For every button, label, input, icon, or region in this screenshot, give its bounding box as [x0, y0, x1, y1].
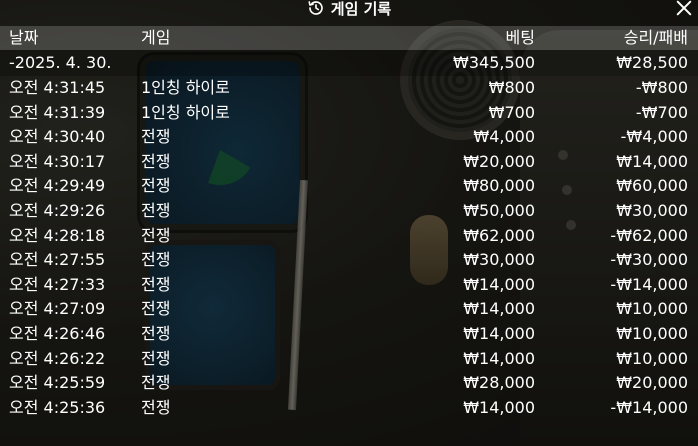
- row-result: -₩14,000: [610, 397, 688, 417]
- row-result: ₩14,000: [616, 151, 688, 171]
- row-time: 오전 4:25:36: [9, 397, 106, 417]
- close-button[interactable]: [672, 0, 696, 20]
- table-row[interactable]: 오전 4:27:33 전쟁 ₩14,000 -₩14,000: [0, 273, 698, 298]
- row-bet: ₩14,000: [463, 348, 535, 368]
- row-result: -₩30,000: [610, 250, 688, 270]
- column-header-game: 게임: [141, 28, 171, 47]
- row-game: 전쟁: [141, 397, 171, 417]
- row-time: 오전 4:30:40: [9, 127, 106, 147]
- row-result: ₩10,000: [616, 323, 688, 343]
- row-result: -₩14,000: [610, 274, 688, 294]
- row-bet: ₩14,000: [463, 397, 535, 417]
- row-game: 전쟁: [141, 151, 171, 171]
- row-game: 전쟁: [141, 127, 171, 147]
- row-time: 오전 4:28:18: [9, 225, 106, 245]
- row-game: 전쟁: [141, 323, 171, 343]
- row-result: ₩10,000: [616, 299, 688, 319]
- row-time: 오전 4:26:22: [9, 348, 106, 368]
- row-bet: ₩800: [488, 78, 535, 97]
- row-result: -₩62,000: [610, 225, 688, 245]
- history-icon: [307, 0, 325, 17]
- dialog-title-bar: 게임 기록: [0, 0, 698, 20]
- row-time: 오전 4:31:39: [9, 102, 106, 122]
- table-row[interactable]: 오전 4:29:49 전쟁 ₩80,000 ₩60,000: [0, 174, 698, 199]
- close-icon: [676, 0, 692, 16]
- row-result: ₩60,000: [616, 176, 688, 196]
- row-bet: ₩700: [488, 102, 535, 122]
- table-row[interactable]: 오전 4:25:59 전쟁 ₩28,000 ₩20,000: [0, 371, 698, 396]
- row-bet: ₩20,000: [463, 151, 535, 171]
- table-row[interactable]: 오전 4:29:26 전쟁 ₩50,000 ₩30,000: [0, 199, 698, 224]
- row-bet: ₩14,000: [463, 323, 535, 343]
- dialog-title-text: 게임 기록: [330, 0, 392, 18]
- row-time: 오전 4:29:49: [9, 176, 106, 196]
- row-bet: ₩80,000: [463, 176, 535, 196]
- history-table: 날짜 게임 베팅 승리/패배 -2025. 4. 30. ₩345,500 ₩2…: [0, 26, 698, 420]
- table-header: 날짜 게임 베팅 승리/패배: [0, 26, 698, 50]
- row-game: 전쟁: [141, 176, 171, 196]
- column-header-result: 승리/패배: [623, 28, 688, 47]
- row-bet: ₩4,000: [473, 127, 535, 147]
- row-time: 오전 4:26:46: [9, 323, 106, 343]
- table-row[interactable]: 오전 4:26:22 전쟁 ₩14,000 ₩10,000: [0, 347, 698, 372]
- row-time: 오전 4:31:45: [9, 78, 106, 97]
- row-game: 1인칭 하이로: [141, 78, 230, 97]
- table-row[interactable]: 오전 4:25:36 전쟁 ₩14,000 -₩14,000: [0, 396, 698, 421]
- row-bet: ₩14,000: [463, 299, 535, 319]
- date-group-bet-total: ₩345,500: [453, 53, 535, 72]
- row-time: 오전 4:30:17: [9, 151, 106, 171]
- table-row[interactable]: 오전 4:30:40 전쟁 ₩4,000 -₩4,000: [0, 125, 698, 150]
- row-game: 전쟁: [141, 200, 171, 220]
- row-bet: ₩14,000: [463, 274, 535, 294]
- table-row[interactable]: 오전 4:27:09 전쟁 ₩14,000 ₩10,000: [0, 297, 698, 322]
- row-bet: ₩50,000: [463, 200, 535, 220]
- column-header-bet: 베팅: [505, 28, 535, 47]
- game-history-overlay: 게임 기록 날짜 게임 베팅 승리/패배 -2025. 4. 30. ₩345,…: [0, 0, 698, 446]
- row-bet: ₩30,000: [463, 250, 535, 270]
- row-time: 오전 4:27:33: [9, 274, 106, 294]
- row-result: ₩20,000: [616, 373, 688, 393]
- date-group-row[interactable]: -2025. 4. 30. ₩345,500 ₩28,500: [0, 50, 698, 76]
- table-row[interactable]: 오전 4:27:55 전쟁 ₩30,000 -₩30,000: [0, 248, 698, 273]
- row-time: 오전 4:25:59: [9, 373, 106, 393]
- row-game: 전쟁: [141, 299, 171, 319]
- table-row[interactable]: 오전 4:31:45 1인칭 하이로 ₩800 -₩800: [0, 76, 698, 101]
- row-time: 오전 4:27:09: [9, 299, 106, 319]
- row-time: 오전 4:29:26: [9, 200, 106, 220]
- row-game: 전쟁: [141, 274, 171, 294]
- column-header-date: 날짜: [9, 28, 39, 47]
- dialog-title: 게임 기록: [307, 0, 391, 19]
- row-result: -₩700: [635, 102, 688, 122]
- date-group-date: -2025. 4. 30.: [9, 53, 112, 72]
- row-result: ₩10,000: [616, 348, 688, 368]
- row-result: -₩4,000: [620, 127, 688, 147]
- row-game: 전쟁: [141, 225, 171, 245]
- row-result: -₩800: [635, 78, 688, 97]
- date-group-result-total: ₩28,500: [616, 53, 688, 72]
- row-game: 전쟁: [141, 250, 171, 270]
- table-row[interactable]: 오전 4:31:39 1인칭 하이로 ₩700 -₩700: [0, 101, 698, 126]
- row-time: 오전 4:27:55: [9, 250, 106, 270]
- row-bet: ₩28,000: [463, 373, 535, 393]
- row-game: 전쟁: [141, 348, 171, 368]
- table-row[interactable]: 오전 4:28:18 전쟁 ₩62,000 -₩62,000: [0, 224, 698, 249]
- row-result: ₩30,000: [616, 200, 688, 220]
- table-row[interactable]: 오전 4:30:17 전쟁 ₩20,000 ₩14,000: [0, 150, 698, 175]
- table-row[interactable]: 오전 4:26:46 전쟁 ₩14,000 ₩10,000: [0, 322, 698, 347]
- row-game: 전쟁: [141, 373, 171, 393]
- row-game: 1인칭 하이로: [141, 102, 230, 122]
- row-bet: ₩62,000: [463, 225, 535, 245]
